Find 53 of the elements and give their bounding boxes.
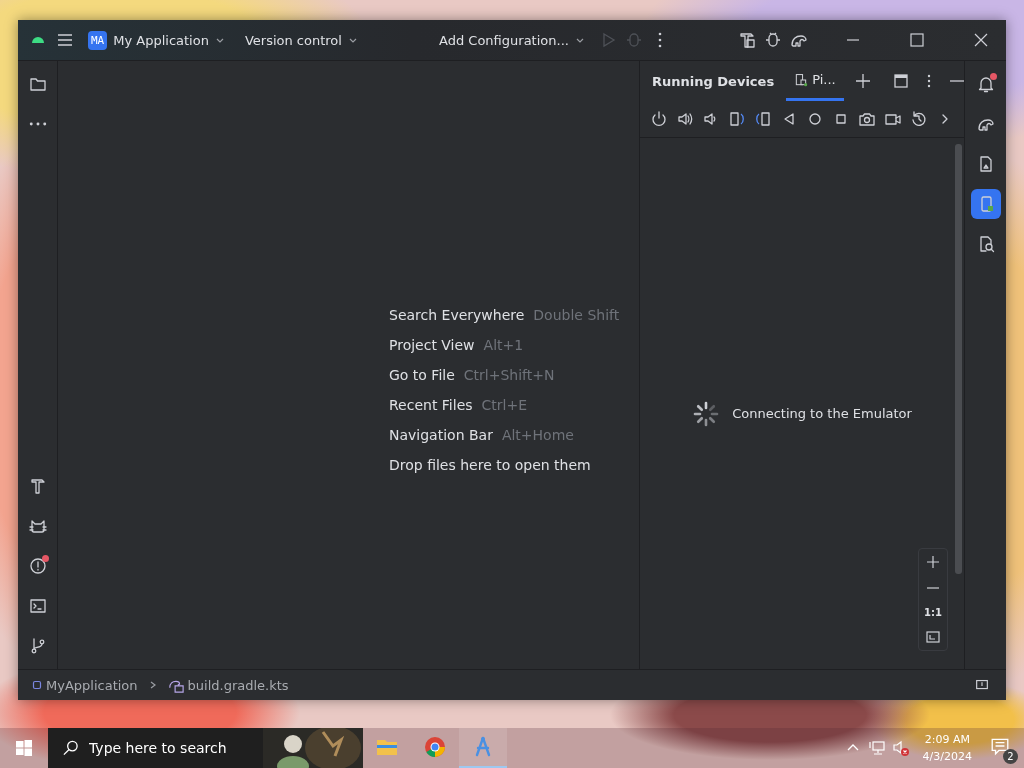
hammer-icon: [28, 477, 47, 495]
status-text: Connecting to the Emulator: [732, 406, 912, 421]
bug-icon[interactable]: [764, 31, 782, 49]
android-icon: [32, 37, 44, 43]
module-icon: [32, 680, 42, 690]
search-icon: [62, 739, 79, 757]
sdk-manager-icon[interactable]: [738, 31, 756, 49]
maximize-icon[interactable]: [908, 31, 926, 49]
muted-speaker-icon[interactable]: [891, 739, 910, 757]
project-menu[interactable]: MA My Application: [82, 26, 231, 54]
spinner-icon: [692, 399, 721, 428]
hint-label: Drop files here to open them: [389, 457, 591, 473]
shortcut-text: Ctrl+E: [481, 397, 528, 413]
panel-title: Running Devices: [652, 73, 775, 89]
bell-icon: [976, 75, 995, 93]
reset-icon[interactable]: [910, 110, 928, 128]
shortcut-text: Double Shift: [533, 307, 620, 323]
power-icon[interactable]: [650, 110, 668, 128]
shortcut-text: Alt+Home: [501, 427, 574, 443]
folder-icon: [28, 75, 47, 93]
hint-label: Go to File: [389, 367, 455, 383]
windows-start-icon[interactable]: [15, 739, 33, 757]
home-icon[interactable]: [806, 110, 824, 128]
fit-screen-icon[interactable]: [924, 628, 942, 646]
warning-icon: [28, 557, 47, 575]
device-icon: [794, 72, 809, 87]
add-icon[interactable]: [853, 72, 872, 90]
rotate-left-icon[interactable]: [728, 110, 746, 128]
hint-label: Navigation Bar: [389, 427, 493, 443]
device-tab[interactable]: Pi...: [786, 61, 844, 101]
zoom-in-icon[interactable]: [924, 553, 942, 571]
hint-label: Search Everywhere: [389, 307, 525, 323]
chrome-icon: [423, 735, 447, 759]
shortcut-text: Alt+1: [483, 337, 524, 353]
search-input[interactable]: Type here to search: [89, 740, 263, 756]
more-icon: [28, 122, 47, 126]
breadcrumb-item[interactable]: MyApplication: [46, 677, 138, 693]
menu-icon[interactable]: [56, 31, 74, 49]
hint-label: Project View: [389, 337, 475, 353]
shortcut-text: Ctrl+Shift+N: [463, 367, 555, 383]
run-configuration-menu[interactable]: Add Configuration...: [433, 28, 591, 52]
version-control-menu[interactable]: Version control: [238, 28, 364, 52]
breadcrumb-item[interactable]: build.gradle.kts: [187, 677, 289, 693]
terminal-icon: [28, 597, 47, 615]
tool-window-button[interactable]: [970, 189, 1001, 219]
rotate-right-icon[interactable]: [754, 110, 772, 128]
window-icon[interactable]: [891, 72, 910, 90]
camera-icon[interactable]: [858, 110, 876, 128]
close-icon[interactable]: [972, 31, 990, 49]
actual-size-button[interactable]: 1:1: [924, 605, 942, 620]
hint-label: Recent Files: [389, 397, 473, 413]
scrollbar[interactable]: [955, 144, 962, 574]
network-icon[interactable]: [867, 739, 886, 757]
